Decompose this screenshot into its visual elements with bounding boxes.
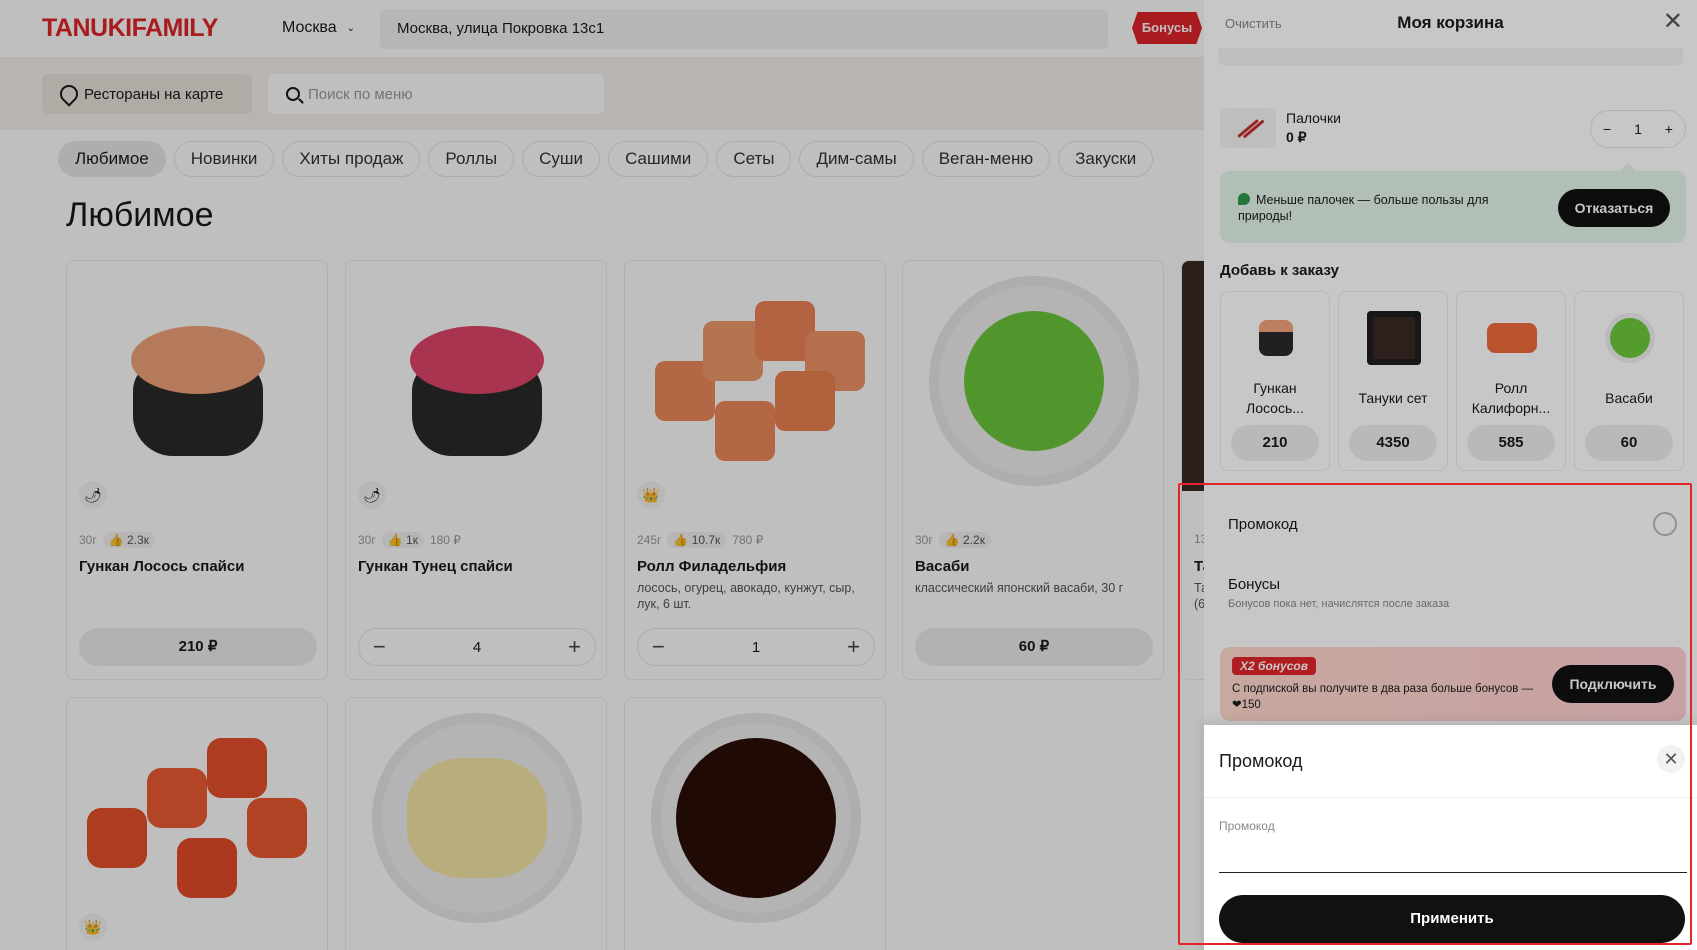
promo-field-label: Промокод (1219, 819, 1275, 833)
divider (1204, 797, 1697, 798)
modal-title: Промокод (1219, 751, 1303, 771)
drawer-dim-overlay[interactable] (1204, 0, 1697, 725)
promo-code-input[interactable] (1219, 837, 1687, 873)
promo-code-modal: Промокод ✕ Промокод Применить (1204, 725, 1697, 950)
apply-promo-button[interactable]: Применить (1219, 895, 1685, 943)
close-icon[interactable]: ✕ (1657, 745, 1685, 773)
